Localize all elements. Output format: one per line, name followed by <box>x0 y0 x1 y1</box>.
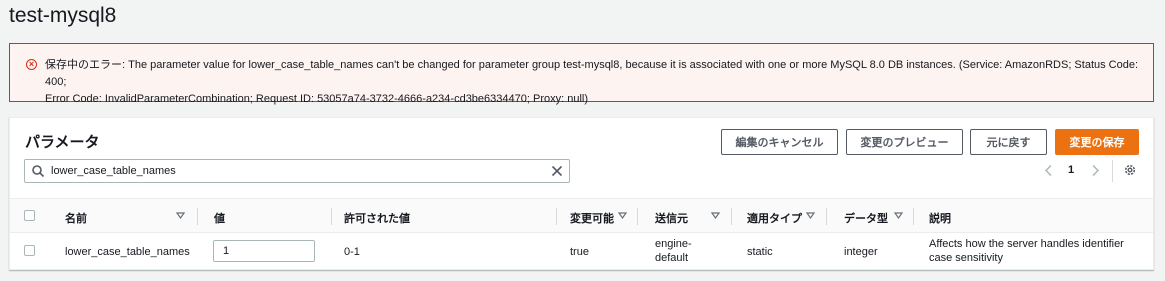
value-input[interactable]: 1 <box>213 240 315 262</box>
sort-caret-icon[interactable] <box>806 211 815 220</box>
column-header-name[interactable]: 名前 <box>65 210 87 226</box>
column-header-allowed-values: 許可された値 <box>344 213 410 225</box>
cell-source-line-2: default <box>655 252 689 264</box>
column-separator[interactable] <box>826 208 827 225</box>
error-message-line-2: Error Code: InvalidParameterCombination;… <box>45 93 588 105</box>
chevron-left-icon[interactable] <box>1044 164 1054 177</box>
search-icon <box>32 165 45 178</box>
cancel-edit-button[interactable]: 編集のキャンセル <box>721 129 838 155</box>
cell-data-type: integer <box>844 246 878 258</box>
column-separator[interactable] <box>637 208 638 225</box>
column-header-apply-type[interactable]: 適用タイプ <box>747 210 802 226</box>
column-separator[interactable] <box>556 208 557 225</box>
current-page-number[interactable]: 1 <box>1068 164 1074 176</box>
row-checkbox[interactable] <box>24 245 35 256</box>
save-changes-button[interactable]: 変更の保存 <box>1055 129 1139 155</box>
sort-caret-icon[interactable] <box>711 211 720 220</box>
preview-changes-button[interactable]: 変更のプレビュー <box>846 129 963 155</box>
panel-title: パラメータ <box>25 134 100 151</box>
cell-description-line-2: case sensitivity <box>929 252 1003 264</box>
table-row: lower_case_table_names 1 0-1 true engine… <box>10 233 1153 270</box>
pagination-divider <box>1112 160 1113 182</box>
reset-button[interactable]: 元に戻す <box>970 129 1047 155</box>
select-all-checkbox[interactable] <box>24 210 35 221</box>
column-separator[interactable] <box>731 208 732 225</box>
cell-allowed-values: 0-1 <box>344 246 360 258</box>
error-message-line-1: 保存中のエラー: The parameter value for lower_c… <box>45 59 1139 88</box>
error-alert: × 保存中のエラー: The parameter value for lower… <box>9 43 1154 105</box>
column-header-description: 説明 <box>929 213 951 225</box>
search-input[interactable]: lower_case_table_names <box>24 159 570 183</box>
cell-apply-type: static <box>747 246 773 258</box>
search-value: lower_case_table_names <box>51 165 176 177</box>
column-separator[interactable] <box>197 208 198 225</box>
error-message: 保存中のエラー: The parameter value for lower_c… <box>45 57 1145 108</box>
sort-caret-icon[interactable] <box>894 211 903 220</box>
column-separator[interactable] <box>331 208 332 225</box>
cell-description-line-1: Affects how the server handles identifie… <box>929 238 1124 250</box>
chevron-right-icon[interactable] <box>1090 164 1100 177</box>
error-circle-icon: × <box>26 59 37 70</box>
cell-name: lower_case_table_names <box>65 246 190 258</box>
column-header-modifiable[interactable]: 変更可能 <box>570 210 614 226</box>
cell-source: engine- default <box>655 237 692 265</box>
page-title: test-mysql8 <box>9 4 117 27</box>
cell-modifiable: true <box>570 246 589 258</box>
clear-icon[interactable] <box>551 165 563 177</box>
column-separator[interactable] <box>913 208 914 225</box>
parameters-panel: パラメータ 編集のキャンセル 変更のプレビュー 元に戻す 変更の保存 lower… <box>9 117 1154 270</box>
gear-icon[interactable] <box>1123 163 1137 177</box>
column-header-data-type[interactable]: データ型 <box>844 210 888 226</box>
sort-caret-icon[interactable] <box>176 211 185 220</box>
cell-description: Affects how the server handles identifie… <box>929 237 1124 265</box>
cell-source-line-1: engine- <box>655 238 692 250</box>
sort-caret-icon[interactable] <box>618 211 627 220</box>
table-header: 名前 値 許可された値 変更可能 送信元 適用タイプ データ型 説明 <box>10 198 1153 233</box>
column-header-value: 値 <box>214 213 225 225</box>
column-header-source[interactable]: 送信元 <box>655 210 688 226</box>
